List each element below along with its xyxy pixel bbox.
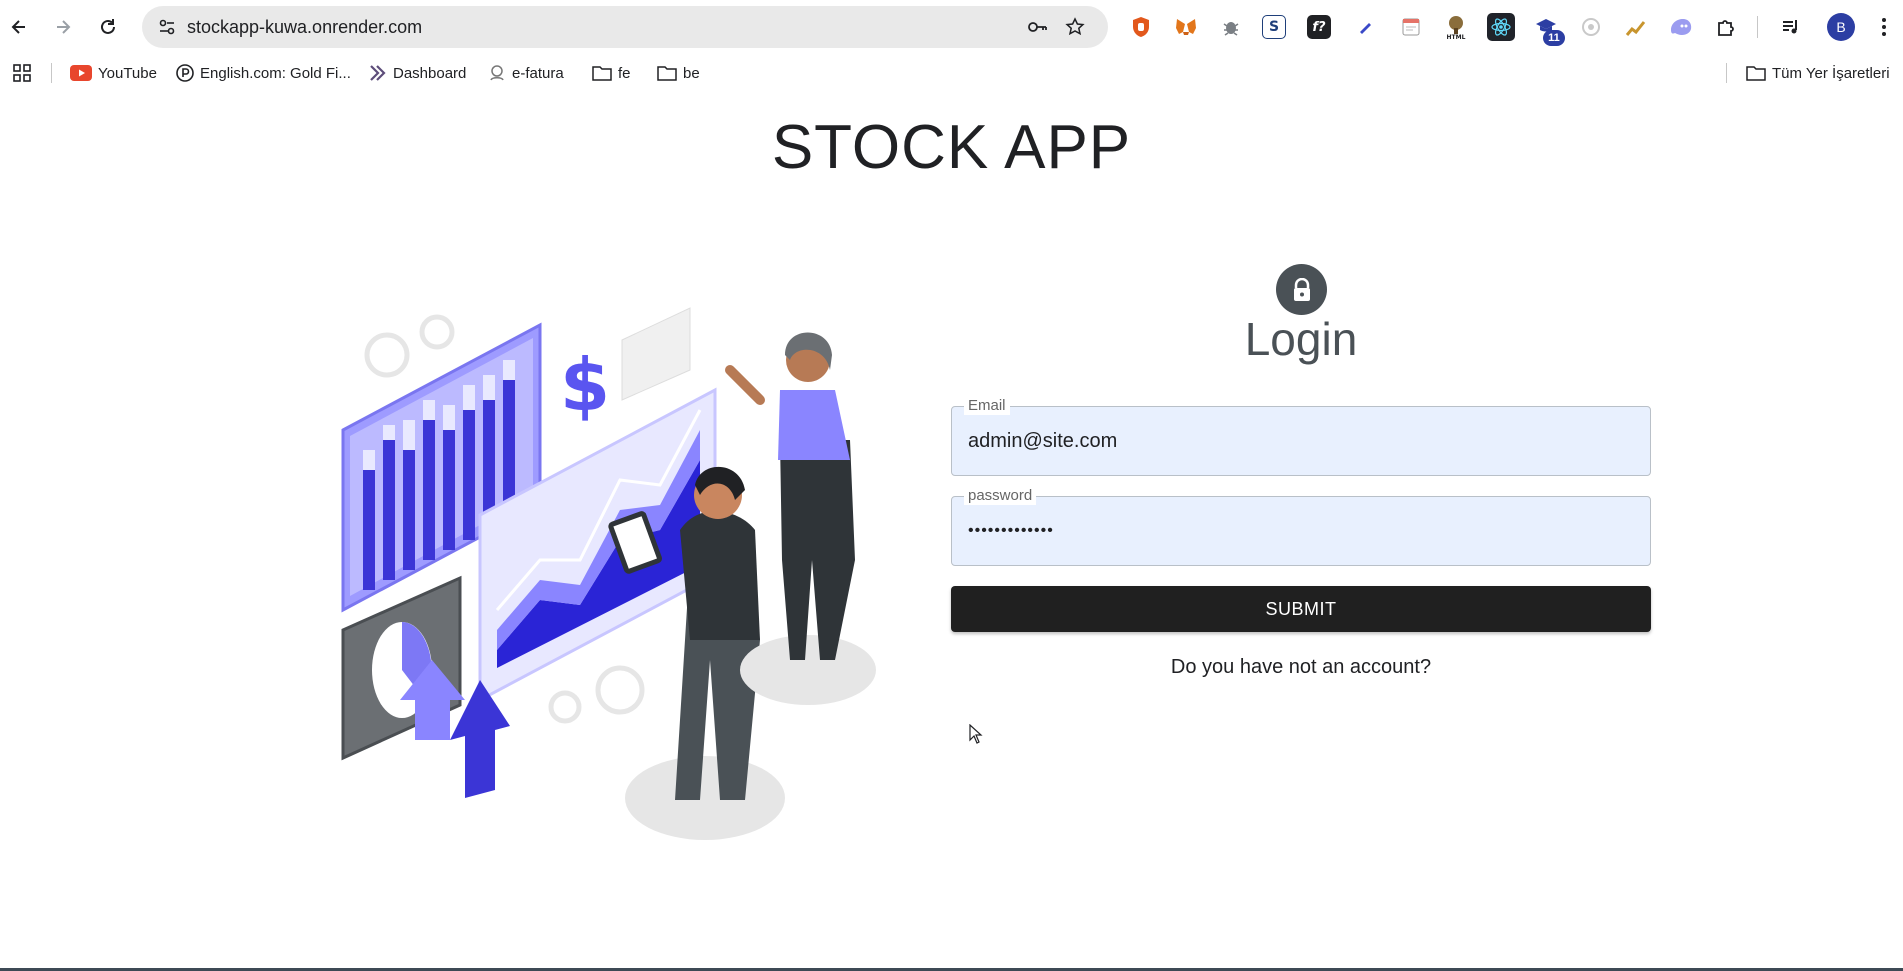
ghost-extension-icon[interactable] — [1667, 13, 1695, 41]
mouse-cursor-icon — [969, 724, 983, 744]
reload-button[interactable] — [92, 11, 124, 43]
register-link[interactable]: Do you have not an account? — [951, 656, 1651, 679]
playlist-icon — [1783, 20, 1797, 34]
tune-icon — [159, 19, 175, 35]
target-extension-icon[interactable] — [1577, 13, 1605, 41]
key-icon — [1028, 22, 1047, 32]
arrow-left-icon — [11, 20, 25, 34]
youtube-icon — [70, 65, 92, 81]
svg-text:HTML: HTML — [1447, 34, 1466, 40]
address-bar[interactable]: stockapp-kuwa.onrender.com — [142, 6, 1108, 48]
bookmark-dashboard[interactable]: Dashboard — [369, 60, 466, 86]
apps-button[interactable] — [12, 60, 32, 86]
bookmarks-bar: YouTube English.com: Gold Fi... Dashboar… — [0, 54, 1903, 92]
pen-extension-icon[interactable] — [1352, 13, 1380, 41]
bookmark-label: be — [683, 64, 700, 82]
puzzle-icon — [1718, 20, 1734, 36]
site-info-button[interactable] — [152, 12, 182, 42]
bookmark-star-button[interactable] — [1060, 12, 1090, 42]
folder-icon — [657, 66, 677, 81]
s-extension-icon[interactable]: S — [1262, 15, 1286, 39]
media-control-button[interactable] — [1777, 13, 1805, 41]
bookmark-label: fe — [618, 64, 631, 82]
bookmarks-divider — [51, 63, 52, 83]
bookmark-english[interactable]: English.com: Gold Fi... — [176, 60, 351, 86]
extensions-puzzle-button[interactable] — [1712, 13, 1740, 41]
graduation-extension-icon[interactable]: 11 — [1532, 13, 1565, 46]
star-icon — [1065, 17, 1085, 36]
reload-icon — [101, 19, 115, 34]
apps-grid-icon — [13, 64, 31, 82]
extension-badge: 11 — [1543, 30, 1565, 46]
bookmark-e-fatura[interactable]: e-fatura — [488, 60, 564, 86]
bookmark-label: YouTube — [98, 64, 157, 82]
bookmark-label: English.com: Gold Fi... — [200, 64, 351, 82]
lock-avatar — [1276, 264, 1327, 315]
email-field[interactable]: Email — [951, 397, 1651, 476]
forward-button[interactable] — [47, 11, 79, 43]
email-input[interactable] — [968, 407, 1628, 475]
back-button[interactable] — [3, 11, 35, 43]
page-title: STOCK APP — [771, 113, 1132, 182]
bookmark-youtube[interactable]: YouTube — [70, 60, 157, 86]
url-text[interactable]: stockapp-kuwa.onrender.com — [187, 6, 422, 48]
password-input[interactable] — [968, 497, 1628, 565]
browser-menu-button[interactable] — [1870, 13, 1898, 41]
bookmark-label: Dashboard — [393, 64, 467, 82]
folder-icon — [1746, 66, 1766, 81]
bookmark-label: e-fatura — [512, 64, 564, 82]
formula-extension-icon[interactable]: f? — [1307, 15, 1331, 39]
svg-text:$: $ — [560, 343, 610, 427]
lock-icon — [1293, 277, 1310, 301]
bookmark-folder-fe[interactable]: fe — [592, 60, 631, 86]
password-field[interactable]: password — [951, 487, 1651, 566]
english-site-icon — [176, 64, 194, 82]
submit-button[interactable]: SUBMIT — [951, 586, 1651, 632]
password-key-button[interactable] — [1022, 12, 1052, 42]
chart-extension-icon[interactable] — [1622, 13, 1650, 41]
e-fatura-icon — [490, 65, 504, 81]
stock-analytics-illustration: $ — [330, 300, 890, 850]
react-devtools-extension-icon[interactable] — [1487, 13, 1515, 41]
profile-avatar[interactable]: B — [1827, 13, 1855, 41]
more-vertical-icon — [1882, 18, 1886, 36]
login-heading: Login — [1244, 313, 1358, 365]
notes-extension-icon[interactable] — [1397, 13, 1425, 41]
html-tree-extension-icon[interactable]: HTML — [1442, 13, 1470, 41]
all-bookmarks-folder[interactable]: Tüm Yer İşaretleri — [1746, 60, 1890, 86]
arrow-right-icon — [57, 20, 71, 34]
bookmarks-divider — [1726, 63, 1727, 83]
folder-icon — [592, 66, 612, 81]
dashboard-chevron-icon — [370, 65, 386, 81]
bookmark-folder-be[interactable]: be — [657, 60, 700, 86]
toolbar-divider — [1757, 16, 1758, 38]
metamask-extension-icon[interactable] — [1172, 13, 1200, 41]
browser-toolbar: stockapp-kuwa.onrender.com S f? HTML 11 — [0, 0, 1903, 54]
ublock-extension-icon[interactable] — [1127, 13, 1155, 41]
all-bookmarks-label: Tüm Yer İşaretleri — [1772, 64, 1890, 82]
bug-extension-icon[interactable] — [1217, 13, 1245, 41]
